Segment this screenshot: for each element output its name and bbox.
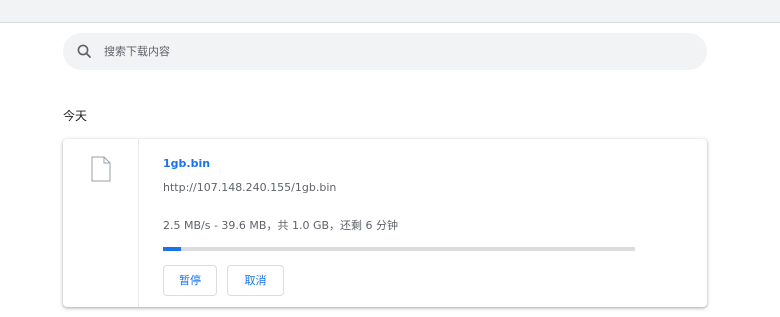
download-progress-bar: [163, 247, 635, 251]
file-url-link[interactable]: http://107.148.240.155/1gb.bin: [163, 181, 336, 194]
download-status: 2.5 MB/s - 39.6 MB，共 1.0 GB，还剩 6 分钟: [163, 219, 399, 232]
file-icon-column: [63, 139, 139, 307]
file-name-link[interactable]: 1gb.bin: [163, 157, 210, 170]
file-icon: [91, 156, 111, 186]
search-icon[interactable]: [76, 43, 93, 60]
top-toolbar: [0, 0, 780, 23]
section-title-today: 今天: [63, 109, 88, 123]
download-item: 1gb.bin http://107.148.240.155/1gb.bin 2…: [63, 139, 707, 307]
pause-button[interactable]: 暂停: [163, 265, 217, 296]
search-bar[interactable]: [63, 33, 707, 70]
cancel-button[interactable]: 取消: [227, 265, 284, 296]
search-input[interactable]: [104, 33, 684, 70]
download-progress-fill: [163, 247, 182, 251]
